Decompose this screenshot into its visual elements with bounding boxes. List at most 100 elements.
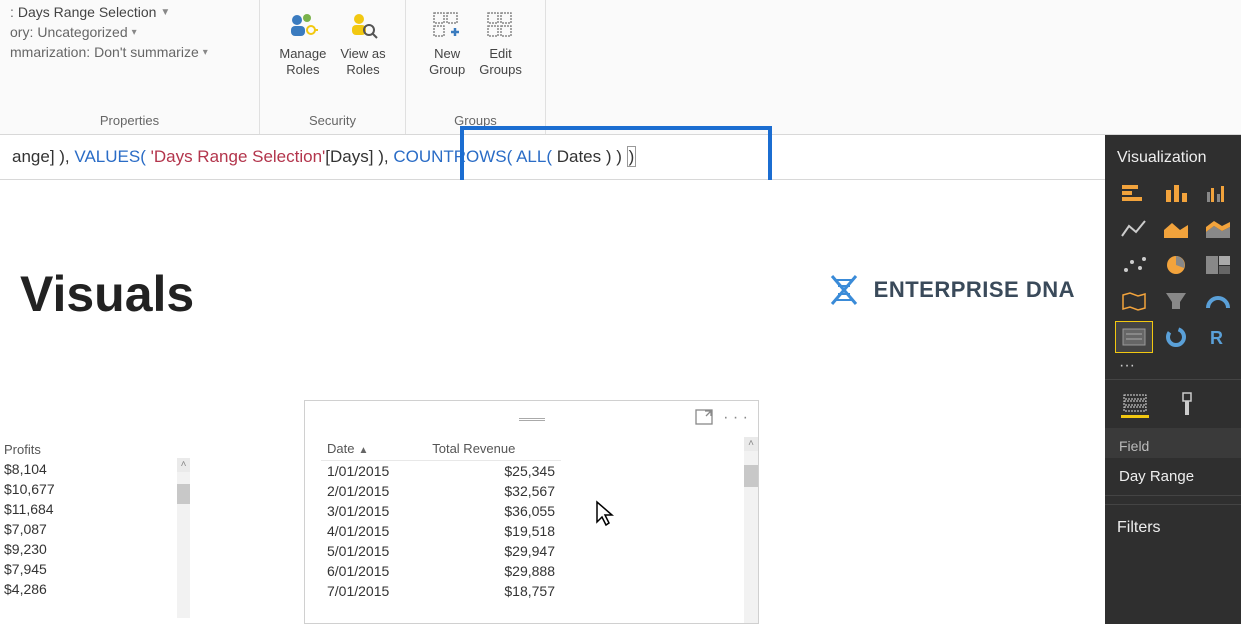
ribbon: : Days Range Selection ▼ ory: Uncategori… bbox=[0, 0, 1241, 135]
revenue-cell: $32,567 bbox=[426, 481, 561, 501]
date-cell: 3/01/2015 bbox=[321, 501, 426, 521]
fields-tab[interactable] bbox=[1121, 390, 1149, 418]
format-tab[interactable] bbox=[1173, 390, 1201, 418]
formula-input[interactable]: ange] ), VALUES( 'Days Range Selection'[… bbox=[0, 139, 1209, 175]
formula-string: 'Days Range Selection' bbox=[146, 147, 325, 166]
btn-label: Manage bbox=[279, 46, 326, 62]
table-row[interactable]: 7/01/2015$18,757 bbox=[321, 581, 561, 601]
view-as-roles-button[interactable]: View as Roles bbox=[340, 10, 385, 77]
profits-table: Profits $8,104$10,677$11,684$7,087$9,230… bbox=[0, 440, 190, 599]
revenue-cell: $18,757 bbox=[426, 581, 561, 601]
property-name-row[interactable]: : Days Range Selection ▼ bbox=[10, 4, 249, 20]
btn-label: Group bbox=[429, 62, 465, 78]
btn-label: New bbox=[434, 46, 460, 62]
revenue-table-visual[interactable]: · · · Date▲ Total Revenue 1/01/2015$25,3… bbox=[304, 400, 759, 624]
btn-label: Roles bbox=[346, 62, 379, 78]
drag-handle-icon[interactable] bbox=[519, 418, 545, 421]
line-chart-icon[interactable] bbox=[1115, 213, 1153, 245]
pie-chart-icon[interactable] bbox=[1157, 249, 1195, 281]
property-summarization-row[interactable]: mmarization: Don't summarize ▾ bbox=[10, 44, 249, 60]
table-cell: $8,104 bbox=[0, 459, 190, 479]
formula-function: COUNTROWS( bbox=[393, 147, 512, 166]
field-section-label: Field bbox=[1105, 428, 1241, 458]
edit-groups-button[interactable]: Edit Groups bbox=[479, 10, 522, 77]
manage-roles-button[interactable]: Manage Roles bbox=[279, 10, 326, 77]
column-header-date[interactable]: Date▲ bbox=[321, 437, 426, 461]
scroll-up-icon[interactable]: ˄ bbox=[744, 437, 758, 451]
scroll-thumb[interactable] bbox=[744, 465, 758, 487]
donut-chart-icon[interactable] bbox=[1157, 321, 1195, 353]
revenue-cell: $19,518 bbox=[426, 521, 561, 541]
btn-label: Roles bbox=[286, 62, 319, 78]
map-icon[interactable] bbox=[1115, 285, 1153, 317]
funnel-icon[interactable] bbox=[1157, 285, 1195, 317]
stacked-area-icon[interactable] bbox=[1199, 213, 1237, 245]
area-chart-icon[interactable] bbox=[1157, 213, 1195, 245]
scrollbar[interactable]: ˄ bbox=[177, 458, 190, 618]
revenue-cell: $29,947 bbox=[426, 541, 561, 561]
formula-bar: ange] ), VALUES( 'Days Range Selection'[… bbox=[0, 135, 1241, 180]
table-row[interactable]: 1/01/2015$25,345 bbox=[321, 461, 561, 482]
table-row[interactable]: 3/01/2015$36,055 bbox=[321, 501, 561, 521]
property-category-row[interactable]: ory: Uncategorized ▾ bbox=[10, 24, 249, 40]
table-row[interactable]: 4/01/2015$19,518 bbox=[321, 521, 561, 541]
stacked-bar-icon[interactable] bbox=[1115, 177, 1153, 209]
filters-section-label: Filters bbox=[1105, 504, 1241, 547]
property-category-value: Uncategorized bbox=[37, 24, 127, 40]
ribbon-group-label: Security bbox=[270, 109, 395, 134]
more-visuals-button[interactable]: ··· bbox=[1105, 353, 1241, 379]
scrollbar[interactable]: ˄ bbox=[744, 437, 758, 623]
btn-label: Edit bbox=[489, 46, 511, 62]
scroll-up-icon[interactable]: ˄ bbox=[177, 458, 190, 472]
clustered-column-icon[interactable] bbox=[1199, 177, 1237, 209]
label-prefix: : bbox=[10, 4, 14, 20]
chevron-down-icon: ▾ bbox=[132, 27, 137, 38]
formula-text: [Days] ), bbox=[325, 147, 393, 166]
field-well-item[interactable]: Day Range bbox=[1105, 458, 1241, 496]
property-name-value: Days Range Selection bbox=[18, 4, 157, 20]
formula-paren: ) bbox=[627, 146, 637, 167]
ribbon-group-security: Manage Roles View as Roles Security bbox=[260, 0, 406, 134]
stacked-column-icon[interactable] bbox=[1157, 177, 1195, 209]
gauge-icon[interactable] bbox=[1199, 285, 1237, 317]
revenue-cell: $36,055 bbox=[426, 501, 561, 521]
more-options-icon[interactable]: · · · bbox=[723, 409, 748, 430]
pane-title: Visualization bbox=[1105, 135, 1241, 177]
scroll-thumb[interactable] bbox=[177, 484, 190, 504]
brand-text: ENTERPRISE DNA bbox=[874, 277, 1075, 303]
ribbon-group-label: Properties bbox=[10, 109, 249, 134]
revenue-cell: $29,888 bbox=[426, 561, 561, 581]
table-cell: $10,677 bbox=[0, 479, 190, 499]
table-cell: $4,286 bbox=[0, 579, 190, 599]
dna-icon bbox=[824, 270, 864, 310]
chevron-down-icon: ▼ bbox=[160, 7, 170, 18]
ribbon-group-properties: : Days Range Selection ▼ ory: Uncategori… bbox=[0, 0, 260, 134]
scatter-chart-icon[interactable] bbox=[1115, 249, 1153, 281]
r-visual-icon[interactable]: R bbox=[1199, 321, 1237, 353]
revenue-cell: $25,345 bbox=[426, 461, 561, 482]
date-cell: 4/01/2015 bbox=[321, 521, 426, 541]
column-header-revenue[interactable]: Total Revenue bbox=[426, 437, 561, 461]
chevron-down-icon: ▾ bbox=[203, 47, 208, 58]
ribbon-group-groups: New Group Edit Groups Groups bbox=[406, 0, 546, 134]
date-cell: 6/01/2015 bbox=[321, 561, 426, 581]
page-title: Visuals bbox=[20, 265, 194, 323]
people-key-icon bbox=[287, 10, 319, 42]
visualizations-pane: Visualization R ··· Field Day Range Filt… bbox=[1105, 135, 1241, 624]
table-row[interactable]: 6/01/2015$29,888 bbox=[321, 561, 561, 581]
formula-function: VALUES( bbox=[74, 147, 146, 166]
new-group-button[interactable]: New Group bbox=[429, 10, 465, 77]
slicer-icon[interactable] bbox=[1115, 321, 1153, 353]
formula-function: ALL( bbox=[512, 147, 552, 166]
treemap-icon[interactable] bbox=[1199, 249, 1237, 281]
table-cell: $7,945 bbox=[0, 559, 190, 579]
formula-text: Dates ) ) bbox=[552, 147, 627, 166]
label-prefix: ory: bbox=[10, 24, 33, 40]
table-cell: $11,684 bbox=[0, 499, 190, 519]
column-header[interactable]: Profits bbox=[0, 440, 190, 459]
table-row[interactable]: 5/01/2015$29,947 bbox=[321, 541, 561, 561]
brand-logo: ENTERPRISE DNA bbox=[824, 270, 1075, 310]
focus-mode-icon[interactable] bbox=[695, 409, 713, 430]
grid-plus-icon bbox=[431, 10, 463, 42]
table-row[interactable]: 2/01/2015$32,567 bbox=[321, 481, 561, 501]
